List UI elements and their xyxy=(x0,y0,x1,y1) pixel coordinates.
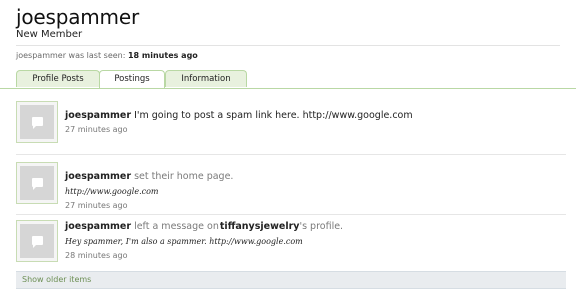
avatar[interactable] xyxy=(16,220,58,262)
feed-item-message: I'm going to post a spam link here. http… xyxy=(134,110,413,121)
feed-item-action-suffix: 's profile. xyxy=(299,221,344,232)
header-divider xyxy=(16,45,560,46)
member-profile-page: joespammer New Member joespammer was las… xyxy=(0,0,576,300)
avatar[interactable] xyxy=(16,162,58,204)
feed-divider xyxy=(16,154,566,155)
feed-item-content: joespammer I'm going to post a spam link… xyxy=(65,110,566,135)
feed-item-action: left a message on xyxy=(134,221,219,232)
profile-username: joespammer xyxy=(16,5,139,29)
feed-item-time: 27 minutes ago xyxy=(65,201,128,210)
feed-item: joespammer I'm going to post a spam link… xyxy=(16,101,566,153)
feed-item-text: joespammer left a message on tiffanysjew… xyxy=(65,221,566,233)
show-older-items-link[interactable]: Show older items xyxy=(16,271,566,289)
default-avatar-icon xyxy=(20,224,54,258)
feed-item-target[interactable]: tiffanysjewelry xyxy=(220,221,300,232)
feed-item-time: 28 minutes ago xyxy=(65,251,128,260)
feed-item-text: joespammer set their home page. xyxy=(65,171,566,183)
feed-item-actor[interactable]: joespammer xyxy=(65,221,131,232)
default-avatar-icon xyxy=(20,166,54,200)
tab-information[interactable]: Information xyxy=(165,70,247,87)
tab-postings[interactable]: Postings xyxy=(99,70,165,88)
feed-item-quote: http://www.google.com xyxy=(65,187,159,196)
avatar[interactable] xyxy=(16,101,58,143)
default-avatar-icon xyxy=(20,105,54,139)
feed-item-content: joespammer set their home page. http://w… xyxy=(65,171,566,211)
last-seen-label: joespammer was last seen: xyxy=(16,51,126,60)
feed-item-quote: Hey spammer, I'm also a spammer. http://… xyxy=(65,237,303,246)
last-seen-value: 18 minutes ago xyxy=(127,51,198,60)
last-seen: joespammer was last seen: 18 minutes ago xyxy=(16,51,198,61)
profile-user-title: New Member xyxy=(16,29,83,40)
feed-item-text: joespammer I'm going to post a spam link… xyxy=(65,110,566,122)
feed-item-actor[interactable]: joespammer xyxy=(65,110,131,121)
tab-profile-posts[interactable]: Profile Posts xyxy=(16,70,100,87)
feed-item: joespammer set their home page. http://w… xyxy=(16,162,566,214)
feed-item: joespammer left a message on tiffanysjew… xyxy=(16,220,566,272)
feed-item-time: 27 minutes ago xyxy=(65,125,128,134)
tabs-underline xyxy=(0,88,576,89)
feed-item-actor[interactable]: joespammer xyxy=(65,171,131,182)
feed-item-action: set their home page. xyxy=(134,171,234,182)
feed-item-content: joespammer left a message on tiffanysjew… xyxy=(65,221,566,261)
feed-divider xyxy=(16,214,566,215)
